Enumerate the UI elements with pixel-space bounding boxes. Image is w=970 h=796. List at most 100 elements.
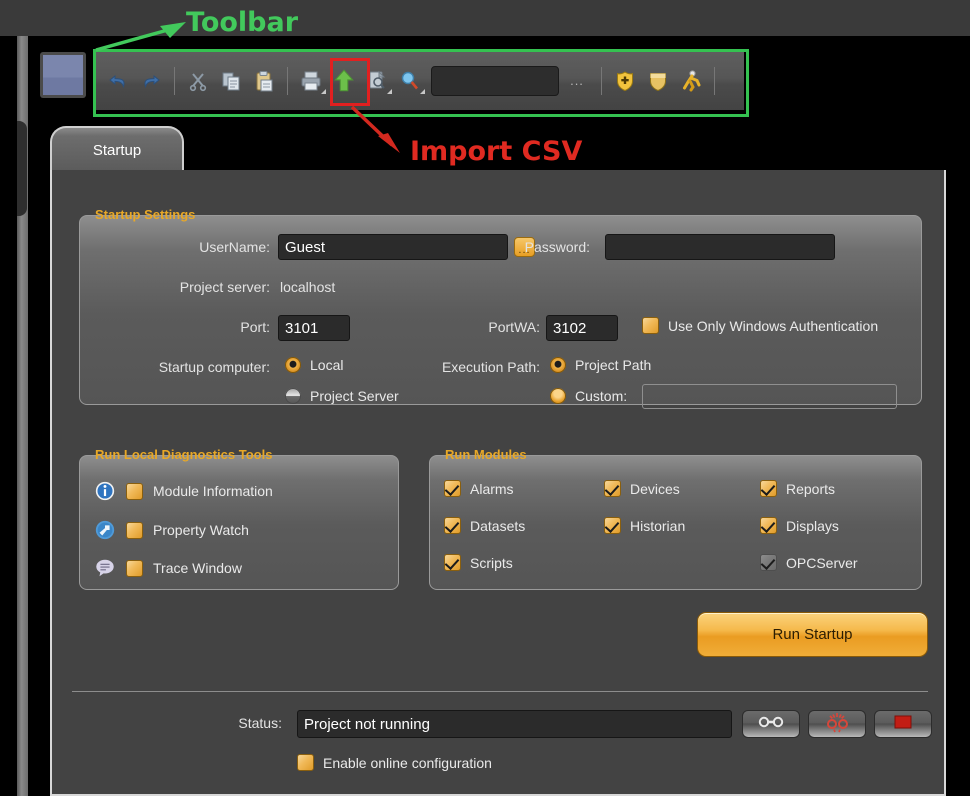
- chevron-down-icon[interactable]: [420, 89, 425, 94]
- module-label: Historian: [630, 517, 686, 534]
- radio-execution-custom[interactable]: Custom:: [550, 388, 627, 404]
- username-input[interactable]: Guest: [278, 234, 508, 260]
- startup-panel: Startup Settings UserName: Guest ... Pas…: [50, 170, 946, 796]
- chevron-down-icon[interactable]: [321, 89, 326, 94]
- portwa-label: PortWA:: [488, 319, 540, 335]
- tab-startup[interactable]: Startup: [50, 126, 184, 172]
- search-icon[interactable]: [394, 61, 426, 101]
- checkbox-icon: [760, 554, 777, 571]
- toolbar-separator: [601, 67, 602, 95]
- run-icon[interactable]: [675, 61, 707, 101]
- broken-chain-icon: [823, 711, 851, 738]
- toolbar: ...: [96, 52, 744, 110]
- password-input[interactable]: [605, 234, 835, 260]
- project-server-label: Project server:: [179, 279, 270, 295]
- port-label: Port:: [240, 319, 270, 335]
- checkbox-icon: [297, 754, 314, 771]
- disconnect-button[interactable]: [808, 710, 866, 738]
- run-modules-title: Run Modules: [445, 447, 527, 462]
- divider: [72, 691, 928, 692]
- cut-icon[interactable]: [182, 61, 214, 101]
- checkbox-icon: [642, 317, 659, 334]
- port-input[interactable]: 3101: [278, 315, 350, 341]
- print-icon[interactable]: [295, 61, 327, 101]
- copy-icon[interactable]: [215, 61, 247, 101]
- left-panel-handle[interactable]: [17, 121, 27, 216]
- find-input[interactable]: [431, 66, 559, 96]
- startup-settings-group: Startup Settings UserName: Guest ... Pas…: [79, 207, 922, 409]
- module-checkbox-opcserver: OPCServer: [760, 554, 858, 571]
- radio-icon-selected: [550, 357, 566, 373]
- module-label: Scripts: [470, 554, 513, 571]
- module-label: Datasets: [470, 517, 526, 534]
- module-checkbox-reports[interactable]: Reports: [760, 480, 835, 497]
- diag-item-property-watch[interactable]: Property Watch: [94, 519, 249, 541]
- startup-computer-label: Startup computer:: [158, 359, 270, 375]
- property-watch-icon: [94, 519, 116, 541]
- undo-icon[interactable]: [102, 61, 134, 101]
- add-shield-icon[interactable]: [609, 61, 641, 101]
- run-startup-label: Run Startup: [772, 626, 853, 643]
- radio-startup-project-server[interactable]: Project Server: [285, 388, 399, 404]
- checkbox-icon: [444, 517, 461, 534]
- radio-startup-project-server-label: Project Server: [310, 388, 399, 404]
- diag-item-label: Module Information: [153, 483, 273, 499]
- annotation-toolbar-label: Toolbar: [186, 7, 299, 38]
- redo-icon[interactable]: [135, 61, 167, 101]
- left-collapsed-panel-rail[interactable]: [17, 36, 28, 796]
- checkbox-icon[interactable]: [126, 559, 143, 577]
- radio-startup-local-label: Local: [310, 357, 344, 373]
- module-label: Devices: [630, 480, 680, 497]
- diag-item-trace-window[interactable]: Trace Window: [94, 557, 242, 579]
- module-checkbox-displays[interactable]: Displays: [760, 517, 839, 534]
- checkbox-icon: [604, 480, 621, 497]
- toolbar-separator: [174, 67, 175, 95]
- paste-icon[interactable]: [248, 61, 280, 101]
- toolbar-overflow-button[interactable]: ...: [560, 74, 594, 87]
- stop-button[interactable]: [874, 710, 932, 738]
- document-thumbnail-icon[interactable]: [40, 52, 86, 98]
- import-csv-icon[interactable]: [328, 61, 360, 101]
- radio-icon-selected: [285, 357, 301, 373]
- toolbar-separator: [287, 67, 288, 95]
- windows-auth-checkbox[interactable]: Use Only Windows Authentication: [642, 317, 878, 334]
- module-checkbox-datasets[interactable]: Datasets: [444, 517, 525, 534]
- execution-path-label: Execution Path:: [441, 359, 540, 375]
- checkbox-icon[interactable]: [126, 482, 143, 500]
- project-server-value: localhost: [280, 279, 336, 295]
- diagnostics-group: Run Local Diagnostics Tools Module Infor…: [79, 447, 399, 590]
- diag-item-module-information[interactable]: Module Information: [94, 480, 273, 502]
- shield-icon[interactable]: [642, 61, 674, 101]
- module-checkbox-scripts[interactable]: Scripts: [444, 554, 513, 571]
- run-startup-button[interactable]: Run Startup: [697, 612, 928, 657]
- chevron-down-icon[interactable]: [387, 89, 392, 94]
- module-label: Reports: [786, 480, 836, 497]
- connect-button[interactable]: [742, 710, 800, 738]
- desktop-top-strip: [0, 0, 970, 36]
- radio-execution-project-path[interactable]: Project Path: [550, 357, 651, 373]
- enable-online-config-checkbox[interactable]: Enable online configuration: [297, 754, 492, 771]
- module-checkbox-devices[interactable]: Devices: [604, 480, 680, 497]
- run-modules-group: Run Modules Alarms Devices Reports Datas…: [429, 447, 922, 590]
- module-checkbox-alarms[interactable]: Alarms: [444, 480, 514, 497]
- radio-startup-local[interactable]: Local: [285, 357, 343, 373]
- module-label: Alarms: [470, 480, 514, 497]
- checkbox-icon: [444, 554, 461, 571]
- custom-path-input[interactable]: [642, 384, 897, 409]
- module-label: Displays: [786, 517, 839, 534]
- trace-window-icon: [94, 557, 116, 579]
- password-label: Password:: [524, 239, 590, 255]
- checkbox-icon: [760, 480, 777, 497]
- export-icon[interactable]: [361, 61, 393, 101]
- radio-execution-custom-label: Custom:: [575, 388, 628, 404]
- checkbox-icon[interactable]: [126, 521, 143, 539]
- status-input[interactable]: Project not running: [297, 710, 732, 738]
- windows-auth-label: Use Only Windows Authentication: [668, 317, 879, 334]
- diag-item-label: Trace Window: [153, 560, 242, 576]
- module-label: OPCServer: [786, 554, 858, 571]
- diag-item-label: Property Watch: [153, 522, 249, 538]
- portwa-input[interactable]: 3102: [546, 315, 618, 341]
- module-checkbox-historian[interactable]: Historian: [604, 517, 685, 534]
- status-label: Status:: [238, 715, 282, 731]
- username-label: UserName:: [199, 239, 270, 255]
